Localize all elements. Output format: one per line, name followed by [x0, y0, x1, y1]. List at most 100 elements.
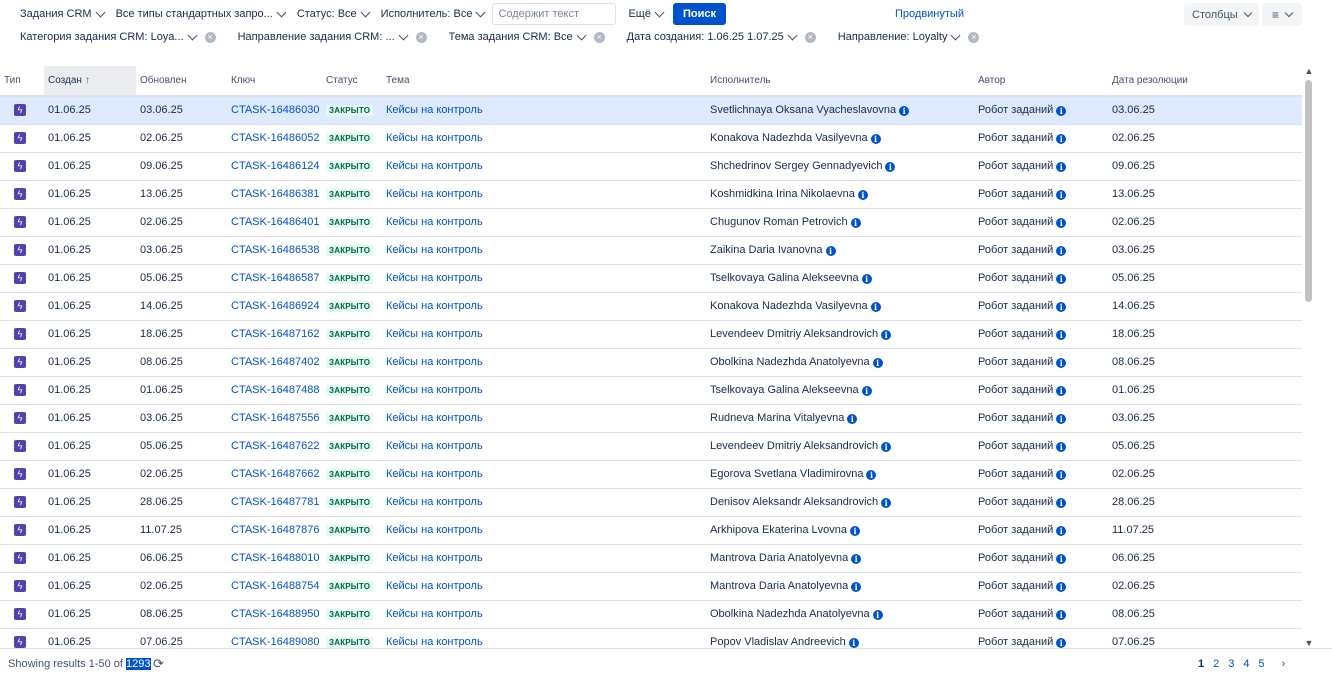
table-row[interactable]: ϟ 01.06.25 05.06.25 CTASK-16486587 ЗАКРЫТО Ке… [0, 264, 1302, 293]
info-icon[interactable]: i [1056, 106, 1067, 117]
issue-key-link[interactable]: CTASK-16488754 [231, 580, 319, 592]
table-row[interactable]: ϟ 01.06.25 02.06.25 CTASK-16486052 ЗАКРЫТО Ке… [0, 124, 1302, 153]
issue-key-link[interactable]: CTASK-16487781 [231, 496, 319, 508]
page-link-4[interactable]: 4 [1243, 658, 1249, 670]
filter-request-type-button[interactable]: Все типы стандартных запро... [110, 3, 291, 25]
info-icon[interactable]: i [1056, 554, 1067, 564]
table-row[interactable]: ϟ 01.06.25 08.06.25 CTASK-16487402 ЗАКРЫТО Ке… [0, 348, 1302, 377]
scroll-up-arrow-icon[interactable]: ▲ [1304, 66, 1314, 76]
issue-summary-link[interactable]: Кейсы на контроль [386, 188, 483, 200]
info-icon[interactable]: i [1056, 218, 1067, 228]
issue-summary-link[interactable]: Кейсы на контроль [386, 160, 483, 172]
column-header-type[interactable]: Тип [0, 66, 44, 97]
table-row[interactable]: ϟ 01.06.25 02.06.25 CTASK-16488754 ЗАКРЫТО Ке… [0, 572, 1302, 601]
info-icon[interactable]: i [1056, 386, 1067, 396]
table-row[interactable]: ϟ 01.06.25 01.06.25 CTASK-16487488 ЗАКРЫТО Ке… [0, 376, 1302, 405]
page-link-5[interactable]: 5 [1259, 658, 1265, 670]
column-header-summary[interactable]: Тема [382, 66, 706, 97]
table-row[interactable]: ϟ 01.06.25 07.06.25 CTASK-16489080 ЗАКРЫТО Ке… [0, 628, 1302, 648]
issue-key-link[interactable]: CTASK-16487556 [231, 412, 319, 424]
column-header-resolution-date[interactable]: Дата резолюции [1108, 66, 1302, 97]
table-row[interactable]: ϟ 01.06.25 03.06.25 CTASK-16486538 ЗАКРЫТО Ке… [0, 236, 1302, 265]
filter-task-category-button[interactable]: Категория задания CRM: Loya... [14, 26, 202, 48]
info-icon[interactable]: i [849, 526, 860, 536]
info-icon[interactable]: i [899, 106, 910, 117]
filter-project-button[interactable]: Задания CRM [14, 3, 110, 25]
issue-key-link[interactable]: CTASK-16486538 [231, 244, 319, 256]
columns-button[interactable]: Столбцы [1184, 3, 1259, 26]
issue-key-link[interactable]: CTASK-16486401 [231, 216, 319, 228]
clear-filter-icon[interactable]: × [204, 31, 216, 43]
info-icon[interactable]: i [1056, 246, 1067, 256]
issue-summary-link[interactable]: Кейсы на контроль [386, 468, 483, 480]
info-icon[interactable]: i [881, 330, 892, 340]
table-row[interactable]: ϟ 01.06.25 05.06.25 CTASK-16487622 ЗАКРЫТО Ке… [0, 432, 1302, 461]
search-input[interactable] [492, 3, 617, 25]
table-row[interactable]: ϟ 01.06.25 11.07.25 CTASK-16487876 ЗАКРЫТО Ке… [0, 516, 1302, 545]
info-icon[interactable]: i [857, 190, 868, 200]
refresh-icon[interactable]: ⟳ [153, 656, 164, 672]
issue-key-link[interactable]: CTASK-16486030 [231, 104, 319, 116]
column-header-created[interactable]: Создан ↑ [44, 66, 136, 97]
table-row[interactable]: ϟ 01.06.25 03.06.25 CTASK-16486030 ЗАКРЫТО Ке… [0, 96, 1302, 125]
issue-key-link[interactable]: CTASK-16486587 [231, 272, 319, 284]
info-icon[interactable]: i [850, 218, 861, 228]
scroll-down-arrow-icon[interactable]: ▼ [1304, 638, 1314, 648]
clear-filter-icon[interactable]: × [415, 31, 427, 43]
page-link-1[interactable]: 1 [1198, 658, 1204, 670]
issue-summary-link[interactable]: Кейсы на контроль [386, 608, 483, 620]
info-icon[interactable]: i [1056, 330, 1067, 340]
info-icon[interactable]: i [1056, 498, 1067, 508]
issue-key-link[interactable]: CTASK-16487876 [231, 524, 319, 536]
issue-summary-link[interactable]: Кейсы на контроль [386, 440, 483, 452]
issue-summary-link[interactable]: Кейсы на контроль [386, 300, 483, 312]
column-header-assignee[interactable]: Исполнитель [706, 66, 974, 97]
info-icon[interactable]: i [1056, 470, 1067, 480]
table-row[interactable]: ϟ 01.06.25 02.06.25 CTASK-16486401 ЗАКРЫТО Ке… [0, 208, 1302, 237]
issue-key-link[interactable]: CTASK-16487662 [231, 468, 319, 480]
table-row[interactable]: ϟ 01.06.25 06.06.25 CTASK-16488010 ЗАКРЫТО Ке… [0, 544, 1302, 573]
table-row[interactable]: ϟ 01.06.25 08.06.25 CTASK-16488950 ЗАКРЫТО Ке… [0, 600, 1302, 629]
issue-summary-link[interactable]: Кейсы на контроль [386, 272, 483, 284]
issue-key-link[interactable]: CTASK-16486052 [231, 132, 319, 144]
info-icon[interactable]: i [848, 638, 859, 648]
search-button[interactable]: Поиск [672, 3, 726, 25]
page-link-3[interactable]: 3 [1228, 658, 1234, 670]
info-icon[interactable]: i [861, 386, 872, 396]
info-icon[interactable]: i [866, 470, 877, 480]
issue-summary-link[interactable]: Кейсы на контроль [386, 552, 483, 564]
clear-filter-icon[interactable]: × [968, 31, 980, 43]
info-icon[interactable]: i [1056, 162, 1067, 172]
issue-key-link[interactable]: CTASK-16486381 [231, 188, 319, 200]
vertical-scrollbar[interactable]: ▲ ▼ [1302, 66, 1316, 648]
clear-filter-icon[interactable]: × [804, 31, 816, 43]
column-header-status[interactable]: Статус [322, 66, 382, 97]
table-row[interactable]: ϟ 01.06.25 14.06.25 CTASK-16486924 ЗАКРЫТО Ке… [0, 292, 1302, 321]
issue-key-link[interactable]: CTASK-16487622 [231, 440, 319, 452]
issue-summary-link[interactable]: Кейсы на контроль [386, 328, 483, 340]
issue-summary-link[interactable]: Кейсы на контроль [386, 636, 483, 648]
filter-status-button[interactable]: Статус: Все [291, 3, 375, 25]
clear-filter-icon[interactable]: × [593, 31, 605, 43]
info-icon[interactable]: i [847, 414, 858, 424]
info-icon[interactable]: i [1056, 526, 1067, 536]
issue-summary-link[interactable]: Кейсы на контроль [386, 496, 483, 508]
filter-assignee-button[interactable]: Исполнитель: Все [375, 3, 491, 25]
chevron-right-icon[interactable]: › [1282, 658, 1286, 670]
issue-summary-link[interactable]: Кейсы на контроль [386, 412, 483, 424]
info-icon[interactable]: i [1056, 582, 1067, 592]
info-icon[interactable]: i [872, 610, 883, 620]
filter-task-direction-button[interactable]: Направление задания CRM: ... [232, 26, 413, 48]
info-icon[interactable]: i [1056, 134, 1067, 144]
info-icon[interactable]: i [1056, 610, 1067, 620]
info-icon[interactable]: i [1056, 414, 1067, 424]
info-icon[interactable]: i [1056, 302, 1067, 312]
table-row[interactable]: ϟ 01.06.25 18.06.25 CTASK-16487162 ЗАКРЫТО Ке… [0, 320, 1302, 349]
issue-key-link[interactable]: CTASK-16488950 [231, 608, 319, 620]
info-icon[interactable]: i [872, 358, 883, 368]
info-icon[interactable]: i [1056, 358, 1067, 368]
view-menu-button[interactable]: ≡ [1262, 3, 1302, 26]
issue-summary-link[interactable]: Кейсы на контроль [386, 244, 483, 256]
info-icon[interactable]: i [870, 302, 881, 312]
issue-key-link[interactable]: CTASK-16487162 [231, 328, 319, 340]
